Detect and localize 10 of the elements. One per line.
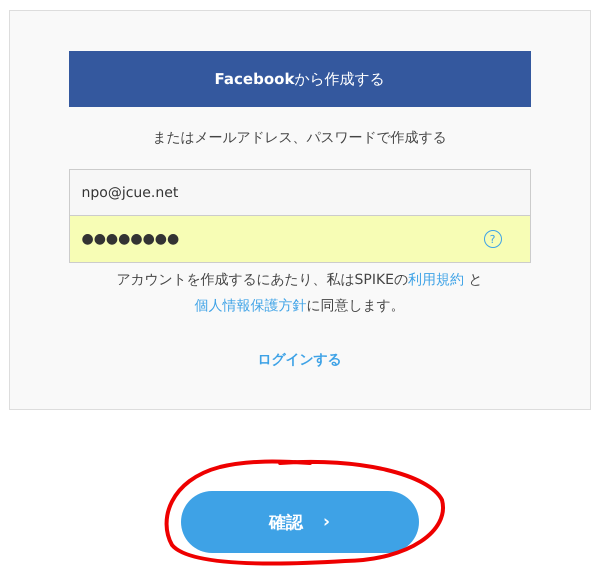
terms-agreement-text: アカウントを作成するにあたり、私はSPIKEの利用規約 と 個人情報保護方針に同意します。 xyxy=(116,271,484,316)
alternative-signup-text: またはメールアドレス、パスワードで作成する xyxy=(152,129,446,147)
login-link[interactable]: ログインする xyxy=(258,351,342,369)
email-field[interactable]: npo@jcue.net xyxy=(68,169,530,216)
password-field[interactable]: ●●●●●●●● ? xyxy=(68,216,530,263)
facebook-signup-button[interactable]: Facebookから作成する xyxy=(68,51,530,107)
confirm-button[interactable]: 確認 › xyxy=(180,491,418,553)
terms-link[interactable]: 利用規約 xyxy=(408,272,464,288)
terms-link[interactable]: 個人情報保護方針 xyxy=(194,298,306,314)
help-icon[interactable]: ? xyxy=(484,230,502,248)
